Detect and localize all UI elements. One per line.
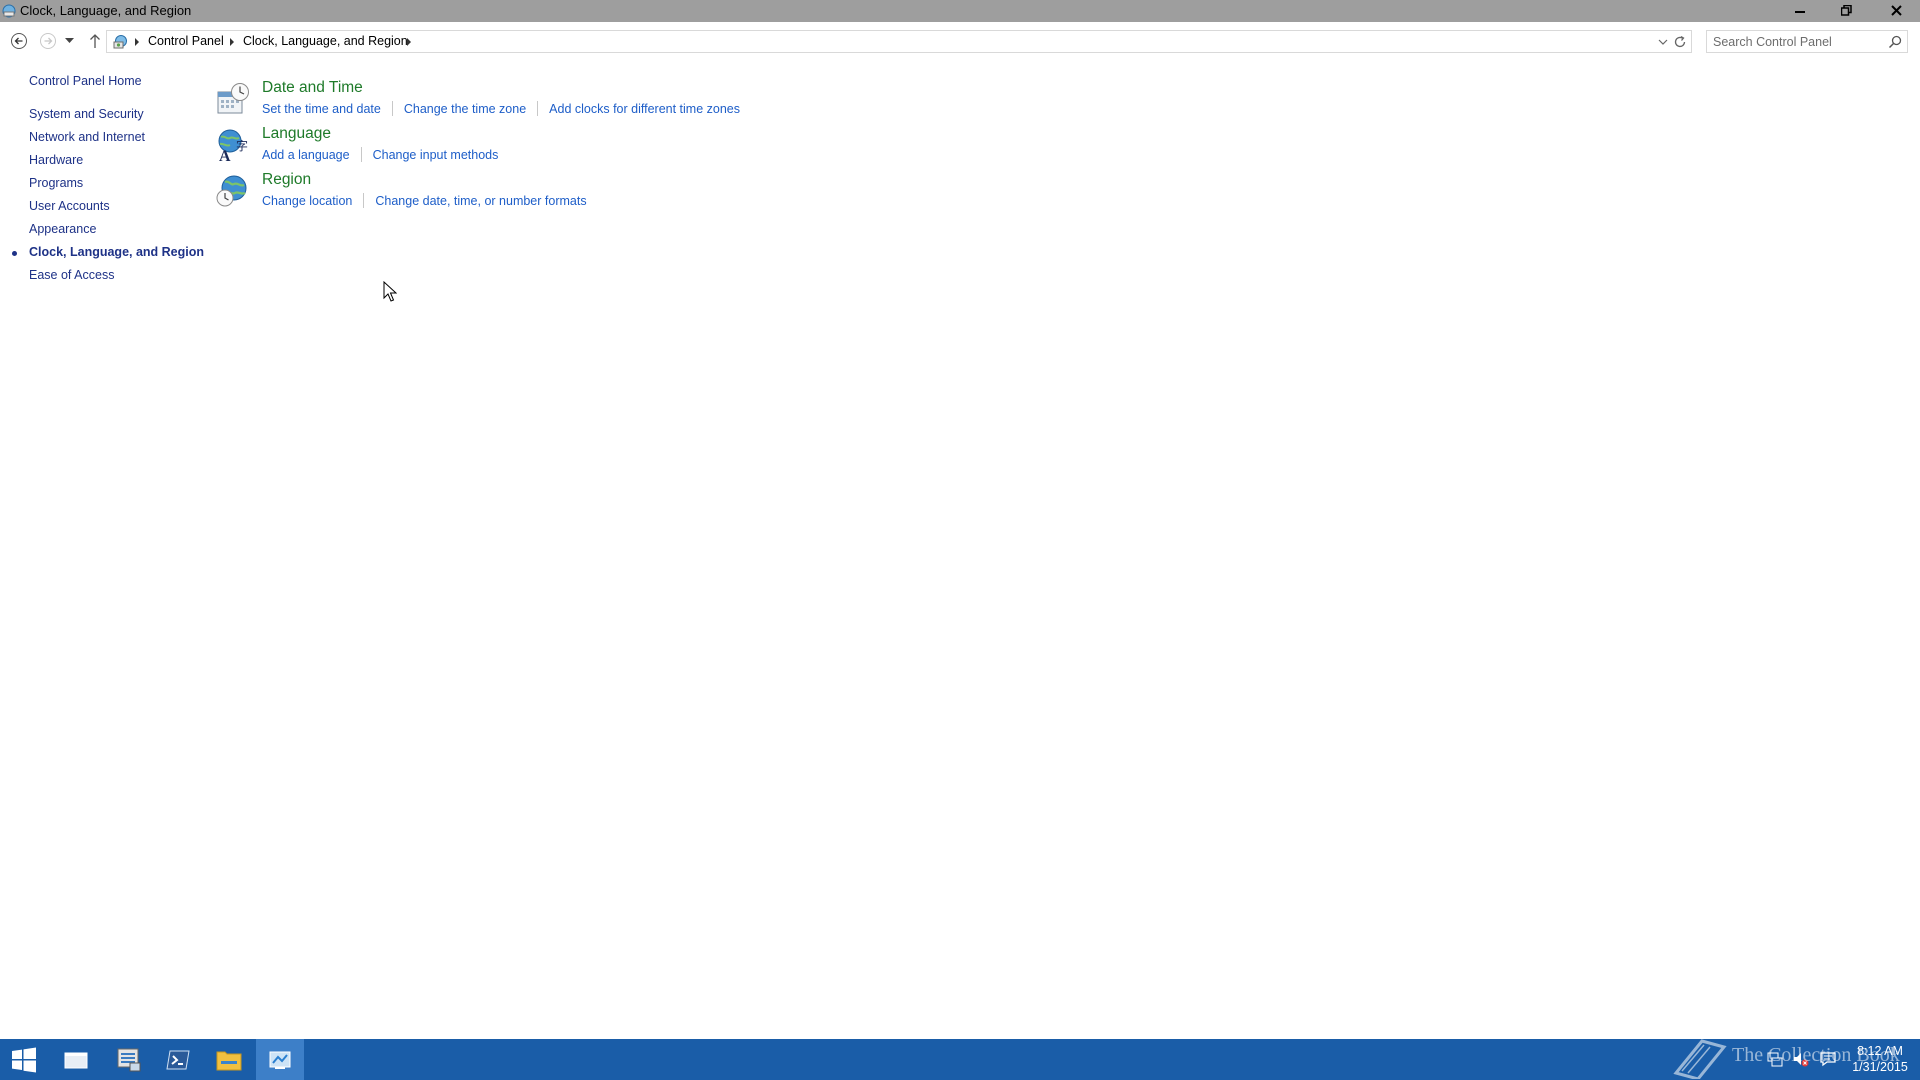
link-separator [360, 147, 362, 162]
search-input[interactable] [1713, 33, 1879, 50]
language-link[interactable]: Language [262, 125, 331, 143]
change-input-methods-link[interactable]: Change input methods [373, 148, 499, 162]
svg-text:A: A [219, 148, 231, 162]
refresh-icon[interactable] [1673, 35, 1687, 49]
link-separator [537, 101, 539, 116]
title-bar: Clock, Language, and Region [0, 0, 1920, 22]
powershell-button[interactable] [154, 1039, 202, 1080]
chevron-down-icon [64, 38, 74, 43]
server-manager-button[interactable] [105, 1039, 153, 1080]
address-bar[interactable]: Control Panel Clock, Language, and Regio… [106, 30, 1692, 53]
link-separator [363, 193, 365, 208]
region-globe-icon[interactable] [216, 174, 250, 208]
breadcrumb-separator-icon[interactable] [405, 37, 413, 47]
navigation-bar: Control Panel Clock, Language, and Regio… [0, 22, 1920, 59]
date-and-time-tasks: Set the time and date Change the time zo… [262, 101, 740, 116]
region-tasks: Change location Change date, time, or nu… [262, 193, 587, 208]
link-separator [391, 101, 393, 116]
breadcrumb-separator-icon[interactable] [133, 37, 141, 47]
minimize-icon [1795, 11, 1805, 13]
folder-icon [216, 1051, 242, 1070]
control-panel-icon [269, 1051, 291, 1069]
taskbar: 8:12 AM 1/31/2015 [0, 1039, 1920, 1080]
sidebar-item-programs[interactable]: Programs [29, 176, 83, 190]
sidebar-item-user-accounts[interactable]: User Accounts [29, 199, 110, 213]
breadcrumb-control-panel[interactable]: Control Panel [148, 34, 224, 48]
address-history-chevron-icon[interactable] [1657, 36, 1669, 48]
back-button[interactable] [8, 30, 30, 52]
forward-arrow-icon [40, 33, 56, 49]
restore-button[interactable] [1824, 0, 1868, 20]
mouse-cursor-icon [383, 281, 397, 302]
add-language-link[interactable]: Add a language [262, 148, 350, 162]
control-panel-icon [2, 4, 16, 18]
search-box[interactable] [1706, 30, 1908, 53]
sidebar-item-network-and-internet[interactable]: Network and Internet [29, 130, 145, 144]
watermark: The Collection Book [1668, 1033, 1900, 1080]
change-location-link[interactable]: Change location [262, 194, 352, 208]
breadcrumb-separator-icon[interactable] [228, 37, 236, 47]
date-and-time-link[interactable]: Date and Time [262, 79, 363, 97]
sidebar-item-clock-language-region[interactable]: Clock, Language, and Region [29, 245, 204, 259]
region-link[interactable]: Region [262, 171, 311, 189]
task-view-icon [64, 1052, 88, 1068]
up-arrow-icon [90, 34, 100, 48]
server-manager-icon [117, 1048, 141, 1071]
recent-locations-button[interactable] [62, 30, 76, 52]
powershell-icon [166, 1050, 190, 1069]
book-logo-icon [1673, 1039, 1727, 1079]
language-globe-icon[interactable]: A 字 [216, 128, 250, 162]
restore-icon [1840, 4, 1852, 16]
sidebar-item-appearance[interactable]: Appearance [29, 222, 96, 236]
forward-button[interactable] [37, 30, 59, 52]
change-formats-link[interactable]: Change date, time, or number formats [375, 194, 586, 208]
watermark-text: The Collection Book [1732, 1044, 1900, 1066]
close-icon [1890, 4, 1902, 16]
change-time-zone-link[interactable]: Change the time zone [404, 102, 526, 116]
sidebar-item-ease-of-access[interactable]: Ease of Access [29, 268, 114, 282]
clock-calendar-icon[interactable] [216, 82, 250, 116]
svg-text:字: 字 [236, 138, 248, 153]
sidebar-item-hardware[interactable]: Hardware [29, 153, 83, 167]
control-panel-taskbar-button[interactable] [256, 1039, 304, 1080]
set-time-and-date-link[interactable]: Set the time and date [262, 102, 381, 116]
search-icon[interactable] [1888, 35, 1902, 49]
sidebar-item-system-and-security[interactable]: System and Security [29, 107, 144, 121]
control-panel-icon [113, 35, 127, 49]
breadcrumb-current[interactable]: Clock, Language, and Region [243, 34, 408, 48]
close-button[interactable] [1873, 0, 1919, 20]
up-button[interactable] [84, 30, 106, 52]
language-tasks: Add a language Change input methods [262, 147, 498, 162]
windows-logo-icon [12, 1047, 36, 1072]
file-explorer-button[interactable] [205, 1039, 253, 1080]
back-arrow-icon [11, 33, 27, 49]
task-view-button[interactable] [52, 1039, 100, 1080]
window-title: Clock, Language, and Region [20, 3, 192, 18]
control-panel-home-link[interactable]: Control Panel Home [29, 74, 142, 88]
add-clocks-link[interactable]: Add clocks for different time zones [549, 102, 740, 116]
current-item-bullet [12, 251, 17, 256]
start-button[interactable] [0, 1039, 48, 1080]
minimize-button[interactable] [1778, 0, 1822, 20]
